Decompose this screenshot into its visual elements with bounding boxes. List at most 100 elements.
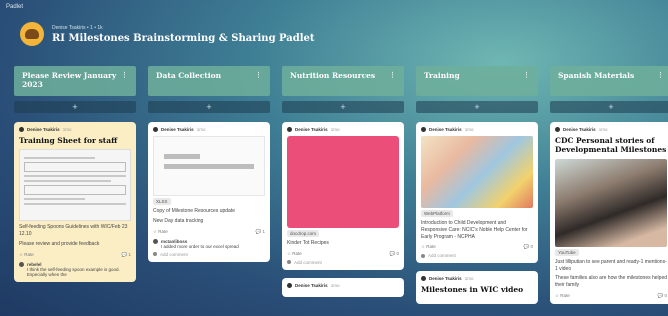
post-card[interactable]: Denise Tsakiris 1mo XLSX Copy of Milesto…: [148, 122, 270, 262]
board: Please Review January 2023 ⋮ + Denise Ts…: [14, 66, 668, 316]
comment-count-value: 0: [396, 250, 399, 256]
column-title: Please Review January 2023: [22, 71, 117, 90]
add-post-button[interactable]: +: [14, 101, 136, 113]
author-avatar: [153, 127, 158, 132]
more-options-icon[interactable]: ⋮: [255, 70, 262, 80]
rate-label: Rate: [426, 244, 436, 250]
post-card[interactable]: Denise Tsakiris 1mo Milestones in WIC vi…: [416, 271, 538, 304]
post-author: Denise Tsakiris 1mo: [287, 127, 399, 132]
post-card[interactable]: Denise Tsakiris 1mo CDC Personal stories…: [550, 122, 668, 304]
post-author: Denise Tsakiris 1mo: [421, 127, 533, 132]
attachment-caption: Just lilliputian to see parent and ready…: [555, 258, 667, 272]
author-avatar: [421, 127, 426, 132]
more-options-icon[interactable]: ⋮: [389, 70, 396, 80]
comment-count[interactable]: 💬 0: [390, 251, 399, 257]
add-post-button[interactable]: +: [416, 101, 538, 113]
add-post-button[interactable]: +: [148, 101, 270, 113]
post-body: Please review and provide feedback: [19, 240, 100, 247]
comment-text: I added more order to our excel spread: [161, 243, 239, 249]
doc-line: [24, 175, 126, 178]
comment-count-value: 0: [530, 244, 533, 250]
doc-table: [24, 162, 126, 173]
avatar-icon: [25, 29, 39, 39]
file-type-badge: XLSX: [153, 198, 171, 205]
video-thumbnail[interactable]: [555, 158, 667, 247]
comment-text: I think the self-feeding spoon example i…: [27, 266, 120, 277]
more-options-icon[interactable]: ⋮: [657, 70, 664, 80]
post-card[interactable]: Denise Tsakiris 1mo Training Sheet for s…: [14, 122, 136, 282]
more-options-icon[interactable]: ⋮: [121, 70, 128, 80]
comment: mctanliboss I added more order to our exc…: [153, 238, 265, 249]
post-meta: ☆ Rate 💬 0: [555, 293, 667, 299]
comment-count[interactable]: 💬 0: [524, 244, 533, 250]
user-avatar: [287, 260, 291, 265]
add-comment-placeholder: Add comment: [160, 251, 188, 257]
comment-count[interactable]: 💬 1: [256, 229, 265, 235]
column-header[interactable]: Please Review January 2023 ⋮: [14, 66, 136, 96]
column-header[interactable]: Nutrition Resources ⋮: [282, 66, 404, 96]
commenter-avatar: [153, 238, 158, 244]
author-name: Denise Tsakiris: [295, 282, 328, 288]
post-card[interactable]: Denise Tsakiris 1mo docdrop.com Kinder T…: [282, 122, 404, 270]
doc-line: [24, 180, 111, 183]
author-avatar: [555, 127, 560, 132]
add-post-button[interactable]: +: [550, 101, 668, 113]
padlet-title: RI Milestones Brainstorming & Sharing Pa…: [52, 32, 315, 44]
column-header[interactable]: Training ⋮: [416, 66, 538, 96]
more-options-icon[interactable]: ⋮: [523, 70, 530, 80]
comment: rebelel I think the self-feeding spoon ex…: [19, 261, 131, 277]
rate-label: Rate: [158, 228, 168, 234]
add-comment-placeholder: Add comment: [428, 253, 456, 259]
add-post-button[interactable]: +: [282, 101, 404, 113]
column-header[interactable]: Data Collection ⋮: [148, 66, 270, 96]
rate-button[interactable]: ☆ Rate: [19, 252, 34, 258]
add-comment-placeholder: Add comment: [294, 259, 322, 265]
post-meta: ☆ Rate 💬 1: [19, 252, 131, 258]
post-body: New Day data tracking: [153, 217, 204, 224]
link-source-badge: WebPlatform: [421, 210, 453, 217]
doc-line: [24, 203, 126, 206]
user-avatar: [153, 252, 157, 256]
comment-count-value: 1: [128, 251, 131, 257]
author-name: Denise Tsakiris: [295, 127, 328, 132]
rate-label: Rate: [24, 251, 34, 257]
add-comment-input[interactable]: Add comment: [287, 260, 399, 265]
link-preview-image[interactable]: [287, 136, 399, 228]
rate-button[interactable]: ☆ Rate: [153, 229, 168, 235]
plus-icon: +: [72, 102, 78, 112]
comment-count[interactable]: 💬 1: [122, 252, 131, 258]
post-time: 1mo: [196, 127, 206, 132]
owner-avatar[interactable]: [20, 22, 44, 46]
plus-icon: +: [206, 102, 212, 112]
author-name: Denise Tsakiris: [429, 127, 462, 132]
post-card[interactable]: Denise Tsakiris 1mo WebPlatform Introduc…: [416, 122, 538, 264]
comment-count-value: 1: [262, 228, 265, 234]
post-time: 1mo: [330, 127, 340, 132]
document-thumbnail[interactable]: [19, 149, 131, 222]
column-please-review: Please Review January 2023 ⋮ + Denise Ts…: [14, 66, 136, 316]
plus-icon: +: [340, 102, 346, 112]
add-comment-input[interactable]: Add comment: [421, 253, 533, 258]
column-header[interactable]: Spanish Materials ⋮: [550, 66, 668, 96]
post-author: Denise Tsakiris 1mo: [153, 127, 265, 132]
author-avatar: [287, 282, 292, 288]
rate-button[interactable]: ☆ Rate: [287, 251, 302, 257]
post-meta: ☆ Rate 💬 0: [287, 251, 399, 257]
post-body: These families also are how the mileston…: [555, 275, 668, 288]
comment-count[interactable]: 💬 0: [658, 293, 667, 299]
children-photo[interactable]: [421, 136, 533, 208]
post-meta: ☆ Rate 💬 0: [421, 244, 533, 250]
plus-icon: +: [608, 102, 614, 112]
column-title: Nutrition Resources: [290, 71, 376, 80]
post-meta: ☆ Rate 💬 1: [153, 229, 265, 235]
comment-count-value: 0: [664, 292, 667, 298]
author-name: Denise Tsakiris: [429, 276, 462, 282]
post-title: CDC Personal stories of Developmental Mi…: [555, 136, 667, 155]
post-author: Denise Tsakiris 1mo: [555, 127, 667, 132]
rate-button[interactable]: ☆ Rate: [421, 244, 436, 250]
add-comment-input[interactable]: Add comment: [153, 252, 265, 257]
rate-button[interactable]: ☆ Rate: [555, 293, 570, 299]
file-preview[interactable]: [153, 136, 265, 196]
post-card[interactable]: Denise Tsakiris 1mo: [282, 277, 404, 297]
app-brand[interactable]: Padlet: [6, 4, 23, 10]
